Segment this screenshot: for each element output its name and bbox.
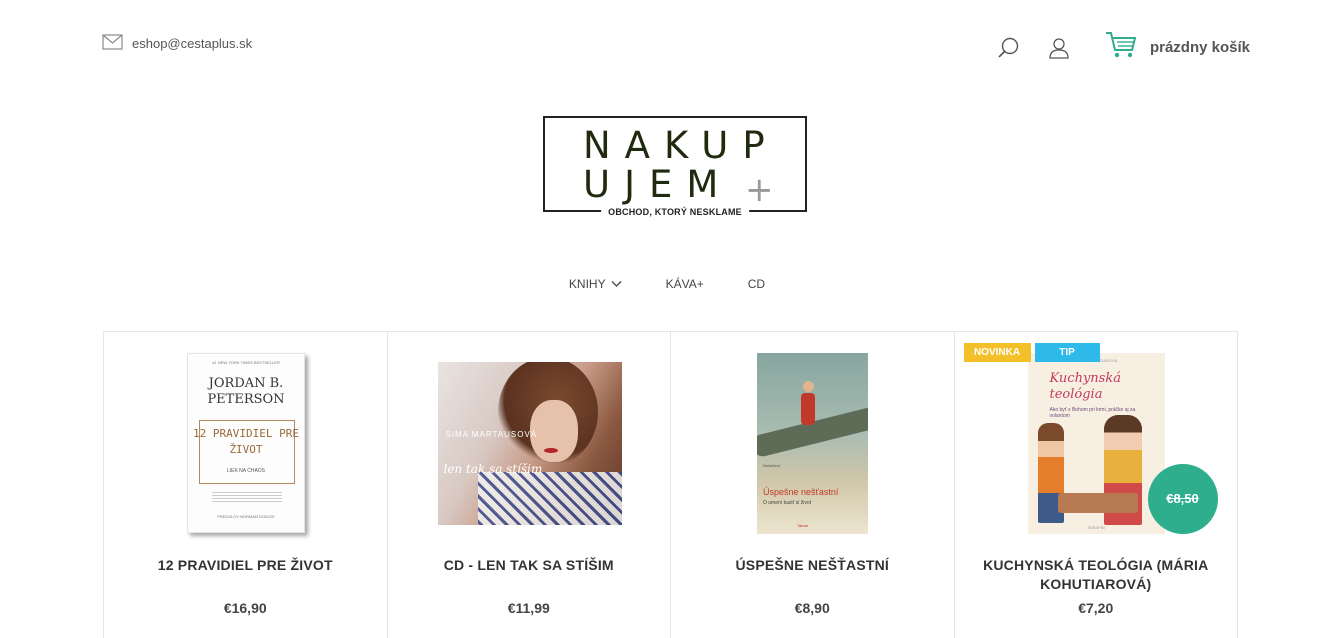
product-card[interactable]: SIMA MARTAUSOVÁ len tak sa stíšim CD - L… (388, 332, 671, 638)
nav-item-kava[interactable]: KÁVA+ (666, 277, 704, 291)
top-bar: eshop@cestaplus.sk prázdny košík (0, 0, 1334, 90)
cover-title: Úspešne nešťastní (763, 487, 839, 497)
product-card[interactable]: MÁRIA KOHUTIAROVÁ Kuchynská teológia Ako… (955, 332, 1238, 638)
logo-line-1: NAKUP (583, 124, 779, 167)
header-tools: prázdny košík (997, 30, 1250, 65)
cover-subtitle: O umení kaziť si život (763, 500, 812, 506)
cover-art (801, 393, 815, 425)
logo-tagline: OBCHOD, KTORÝ NESKLAME (601, 207, 749, 217)
old-price-badge: €8,50 (1147, 464, 1218, 534)
cover-art (477, 472, 622, 525)
product-price: €8,90 (794, 600, 830, 616)
logo-line-2: UJEM (583, 163, 733, 206)
search-icon[interactable] (997, 36, 1021, 60)
cover-publisher: SERAFÍN (1087, 525, 1105, 530)
nav-item-label: KNIHY (568, 277, 606, 291)
cart-icon (1105, 30, 1137, 65)
cart-label: prázdny košík (1149, 39, 1250, 56)
cart-button[interactable]: prázdny košík (1105, 30, 1250, 65)
nav-item-label: CD (747, 277, 766, 291)
cover-subtitle: LIEK NA CHAOS (226, 468, 266, 474)
product-image[interactable]: Neisešrai Úspešne nešťastní O umení kazi… (757, 353, 868, 534)
cover-title: 12 PRAVIDIEL PRE ŽIVOT (193, 427, 299, 456)
product-card[interactable]: #1 NEW YORK TIMES BESTSELLER JORDAN B. P… (104, 332, 388, 638)
product-price: €16,90 (223, 600, 267, 616)
product-image[interactable]: #1 NEW YORK TIMES BESTSELLER JORDAN B. P… (187, 353, 305, 533)
badge-tip: TIP (1034, 343, 1100, 362)
user-icon[interactable] (1047, 36, 1071, 60)
product-card[interactable]: Neisešrai Úspešne nešťastní O umení kazi… (671, 332, 955, 638)
cover-title: len tak sa stíšim (443, 462, 543, 476)
cover-top-text: #1 NEW YORK TIMES BESTSELLER (212, 360, 280, 365)
product-price: €7,20 (1078, 600, 1114, 616)
cover-imprint: Tatran (797, 523, 809, 528)
cover-art (803, 381, 814, 392)
main-nav: KNIHY KÁVA+ CD (0, 277, 1334, 291)
chevron-down-icon (611, 277, 622, 291)
cover-artist: SIMA MARTAUSOVÁ (445, 430, 538, 439)
product-title[interactable]: KUCHYNSKÁ TEOLÓGIA (MÁRIA KOHUTIAROVÁ) (965, 556, 1228, 594)
email-link[interactable]: eshop@cestaplus.sk (102, 34, 252, 53)
badge-new: NOVINKA (963, 343, 1031, 362)
cover-publisher: Neisešrai (763, 463, 780, 468)
product-image[interactable]: MÁRIA KOHUTIAROVÁ Kuchynská teológia Ako… (1027, 353, 1165, 534)
logo-plus: + (745, 170, 774, 210)
cover-art (543, 448, 558, 453)
site-logo[interactable]: NAKUP UJEM + OBCHOD, KTORÝ NESKLAME (543, 116, 807, 217)
nav-item-label: KÁVA+ (665, 277, 704, 291)
product-image[interactable]: SIMA MARTAUSOVÁ len tak sa stíšim (437, 362, 622, 525)
cover-author: JORDAN B. PETERSON (207, 376, 285, 407)
product-title[interactable]: ÚSPEŠNE NEŠŤASTNÍ (681, 556, 944, 575)
product-price: €11,99 (507, 600, 550, 616)
cover-art (1057, 493, 1138, 513)
mail-icon (102, 34, 123, 53)
cover-footer: PREDSLOV NORMAN DOIDGE (217, 514, 275, 519)
cover-blurb (212, 492, 282, 504)
product-grid: #1 NEW YORK TIMES BESTSELLER JORDAN B. P… (103, 331, 1238, 638)
nav-item-knihy[interactable]: KNIHY (569, 277, 622, 291)
nav-item-cd[interactable]: CD (748, 277, 765, 291)
cover-title: Kuchynská teológia (1049, 371, 1121, 402)
product-title[interactable]: 12 PRAVIDIEL PRE ŽIVOT (114, 556, 377, 575)
product-title[interactable]: CD - LEN TAK SA STÍŠIM (398, 556, 661, 575)
email-text: eshop@cestaplus.sk (132, 36, 253, 51)
